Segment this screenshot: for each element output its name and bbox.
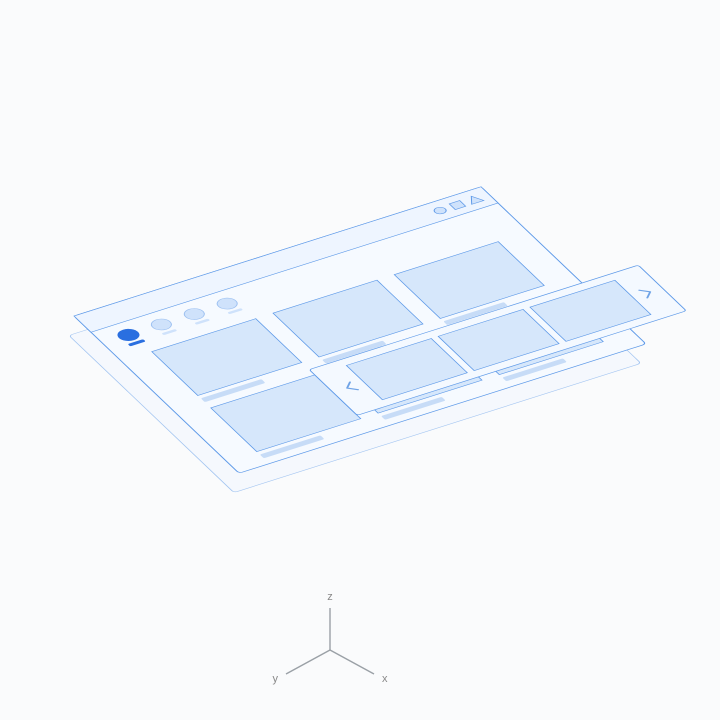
axis-label-x: x [382,673,388,685]
axis-label-y: y [273,673,279,685]
axis-label-z: z [327,591,333,603]
axis-gizmo: z x y [273,591,389,685]
iso-stage [55,169,716,493]
